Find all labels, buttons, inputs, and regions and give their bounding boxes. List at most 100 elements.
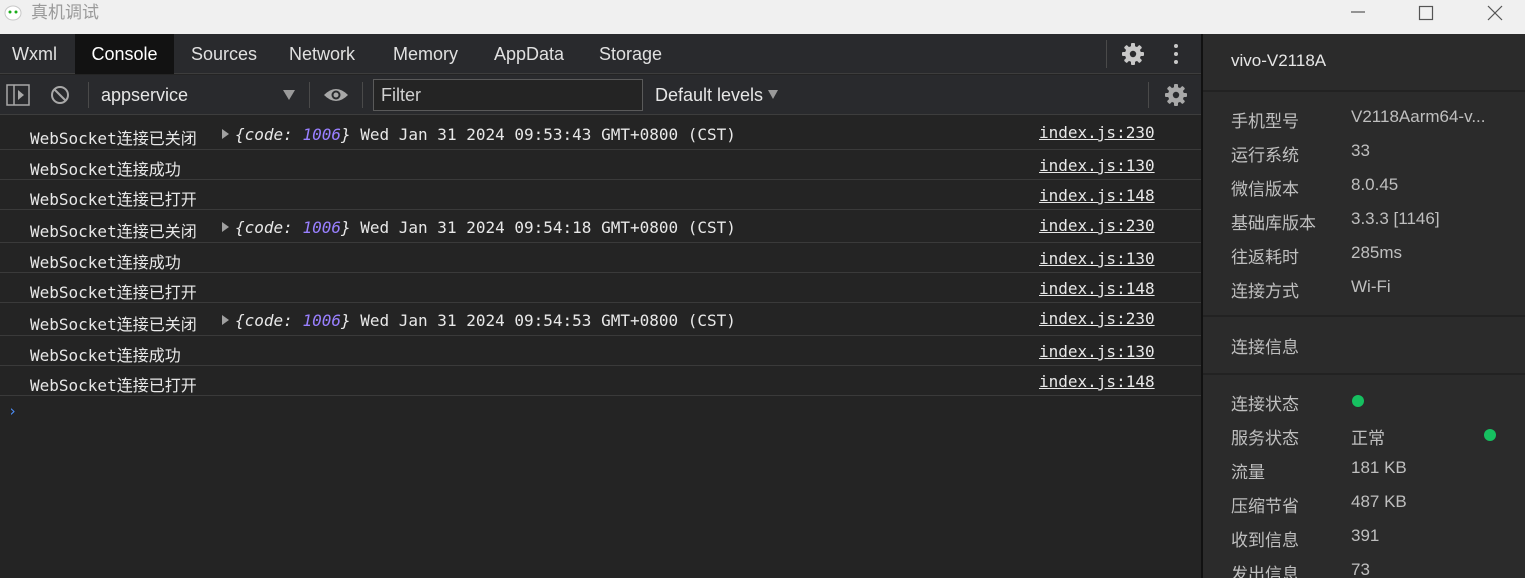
toolbar-separator: [88, 82, 89, 108]
tab-storage[interactable]: Storage: [599, 34, 662, 74]
close-button[interactable]: [1467, 0, 1523, 26]
conn-label-compression: 压缩节省: [1231, 497, 1299, 516]
context-select[interactable]: appservice: [101, 75, 188, 115]
conn-label-traffic: 流量: [1231, 463, 1265, 482]
expand-triangle-icon[interactable]: [222, 222, 229, 232]
log-source-link[interactable]: index.js:130: [1039, 156, 1155, 175]
wechat-devtools-icon: [4, 5, 22, 21]
section-separator: [1203, 373, 1525, 375]
info-label-rtt: 往返耗时: [1231, 248, 1299, 267]
console-prompt[interactable]: ›: [8, 402, 17, 420]
log-source-link[interactable]: index.js:148: [1039, 186, 1155, 205]
console-log-row: WebSocket连接成功 index.js:130: [0, 336, 1201, 366]
tab-network[interactable]: Network: [289, 34, 355, 74]
devtools-panel: Wxml Console Sources Network Memory AppD…: [0, 34, 1201, 578]
log-source-link[interactable]: index.js:148: [1039, 372, 1155, 391]
context-dropdown-icon[interactable]: [283, 90, 295, 100]
minimize-button[interactable]: [1330, 0, 1386, 26]
info-value-connection-type: Wi-Fi: [1351, 277, 1391, 296]
conn-value-traffic: 181 KB: [1351, 458, 1407, 477]
info-value-lib-version: 3.3.3 [1146]: [1351, 209, 1440, 228]
device-name: vivo-V2118A: [1231, 51, 1327, 70]
conn-label-sent: 发出信息: [1231, 565, 1299, 578]
section-separator: [1203, 90, 1525, 92]
log-message: WebSocket连接已关闭: [30, 129, 197, 148]
devtools-tab-bar: Wxml Console Sources Network Memory AppD…: [0, 34, 1201, 74]
log-source-link[interactable]: index.js:230: [1039, 216, 1155, 235]
filter-input[interactable]: [373, 79, 643, 111]
log-levels-select[interactable]: Default levels: [655, 75, 763, 115]
console-log-row: WebSocket连接已打开 index.js:148: [0, 273, 1201, 303]
console-toolbar: appservice Default levels: [0, 75, 1201, 115]
info-label-os: 运行系统: [1231, 146, 1299, 165]
toolbar-separator: [309, 82, 310, 108]
conn-value-service: 正常: [1351, 429, 1385, 448]
connection-status-dot-icon: [1352, 395, 1364, 407]
service-status-dot-icon: [1484, 429, 1496, 441]
live-expression-eye-icon[interactable]: [323, 86, 349, 104]
log-message: WebSocket连接已打开: [30, 190, 197, 209]
close-icon: [1487, 5, 1503, 21]
tab-console[interactable]: Console: [75, 34, 174, 74]
log-message: WebSocket连接成功: [30, 346, 181, 365]
log-message: WebSocket连接成功: [30, 160, 181, 179]
log-source-link[interactable]: index.js:230: [1039, 123, 1155, 142]
log-source-link[interactable]: index.js:130: [1039, 342, 1155, 361]
clear-console-icon[interactable]: [50, 85, 70, 105]
expand-triangle-icon[interactable]: [222, 129, 229, 139]
info-label-wechat-version: 微信版本: [1231, 180, 1299, 199]
info-label-lib-version: 基础库版本: [1231, 214, 1316, 233]
log-source-link[interactable]: index.js:148: [1039, 279, 1155, 298]
conn-value-sent: 73: [1351, 560, 1370, 578]
log-source-link[interactable]: index.js:130: [1039, 249, 1155, 268]
minimize-icon: [1351, 11, 1365, 13]
console-output: WebSocket连接已关闭 {code: 1006} Wed Jan 31 2…: [0, 116, 1201, 578]
console-settings-gear-icon[interactable]: [1164, 83, 1188, 107]
device-info-panel: vivo-V2118A 手机型号 V2118Aarm64-v... 运行系统 3…: [1203, 34, 1525, 578]
toolbar-separator: [1148, 82, 1149, 108]
log-source-link[interactable]: index.js:230: [1039, 309, 1155, 328]
sidebar-toggle-icon[interactable]: [6, 84, 30, 106]
log-message: WebSocket连接已关闭: [30, 315, 197, 334]
console-log-row: WebSocket连接已打开 index.js:148: [0, 180, 1201, 210]
console-log-row: WebSocket连接成功 index.js:130: [0, 243, 1201, 273]
expand-triangle-icon[interactable]: [222, 315, 229, 325]
console-log-row: WebSocket连接已关闭 {code: 1006} Wed Jan 31 2…: [0, 303, 1201, 336]
tab-memory[interactable]: Memory: [393, 34, 458, 74]
info-value-wechat-version: 8.0.45: [1351, 175, 1399, 194]
toolbar-separator: [362, 82, 363, 108]
info-value-model: V2118Aarm64-v...: [1351, 107, 1486, 126]
window-title-bar: 真机调试: [0, 0, 1525, 34]
connection-info-title: 连接信息: [1231, 338, 1299, 357]
console-log-row: WebSocket连接已关闭 {code: 1006} Wed Jan 31 2…: [0, 116, 1201, 150]
window-title: 真机调试: [31, 3, 99, 23]
conn-label-service: 服务状态: [1231, 429, 1299, 448]
conn-value-received: 391: [1351, 526, 1380, 545]
info-label-model: 手机型号: [1231, 112, 1299, 131]
log-message: WebSocket连接已打开: [30, 376, 197, 395]
info-value-rtt: 285ms: [1351, 243, 1403, 262]
section-separator: [1203, 315, 1525, 317]
settings-gear-icon[interactable]: [1121, 42, 1145, 66]
console-log-row: WebSocket连接成功 index.js:130: [0, 150, 1201, 180]
maximize-icon: [1418, 5, 1434, 21]
maximize-button[interactable]: [1398, 0, 1454, 26]
conn-label-status: 连接状态: [1231, 395, 1299, 414]
log-object[interactable]: {code: 1006} Wed Jan 31 2024 09:53:43 GM…: [222, 125, 736, 144]
log-message: WebSocket连接已打开: [30, 283, 197, 302]
log-levels-dropdown-icon[interactable]: [768, 90, 778, 99]
log-object[interactable]: {code: 1006} Wed Jan 31 2024 09:54:53 GM…: [222, 311, 736, 330]
log-message: WebSocket连接成功: [30, 253, 181, 272]
tab-appdata[interactable]: AppData: [494, 34, 564, 74]
log-message: WebSocket连接已关闭: [30, 222, 197, 241]
log-object[interactable]: {code: 1006} Wed Jan 31 2024 09:54:18 GM…: [222, 218, 736, 237]
info-value-os: 33: [1351, 141, 1370, 160]
tab-wxml[interactable]: Wxml: [12, 34, 57, 74]
console-log-row: WebSocket连接已关闭 {code: 1006} Wed Jan 31 2…: [0, 210, 1201, 243]
tab-sources[interactable]: Sources: [191, 34, 257, 74]
console-log-row: WebSocket连接已打开 index.js:148: [0, 366, 1201, 396]
info-label-connection-type: 连接方式: [1231, 282, 1299, 301]
conn-value-compression: 487 KB: [1351, 492, 1407, 511]
more-options-icon[interactable]: [1168, 42, 1184, 66]
conn-label-received: 收到信息: [1231, 531, 1299, 550]
